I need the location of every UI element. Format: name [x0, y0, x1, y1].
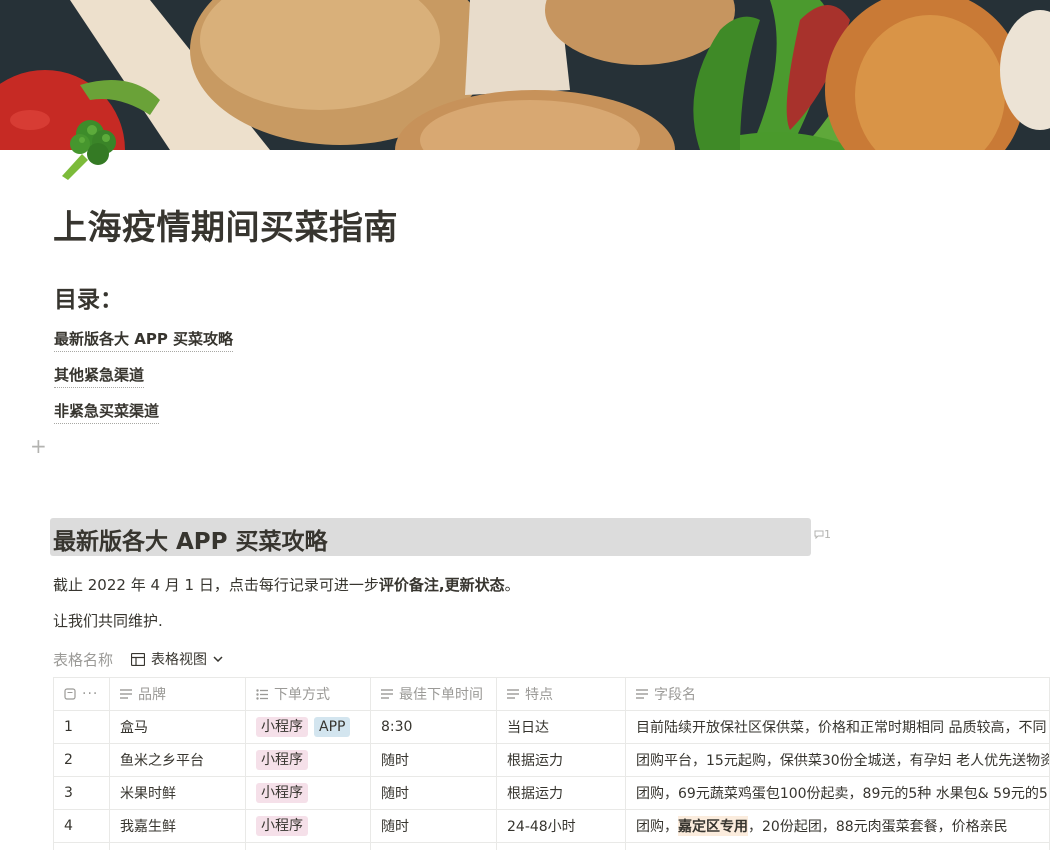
best-time-cell[interactable]: 随时 — [371, 777, 497, 809]
table-header-row: ··· 品牌 下单方式 最佳下单时间 特点 字段名 — [53, 678, 1050, 711]
chevron-down-icon — [213, 656, 223, 662]
note-cell[interactable]: 目前陆续开放保社区保供菜，价格和正常时期相同 品质较高，不同 — [626, 711, 1050, 743]
note-cell-partial — [626, 843, 1050, 850]
column-header-order-method[interactable]: 下单方式 — [246, 678, 371, 710]
row-index: 1 — [53, 711, 110, 743]
tag-mini-program: 小程序 — [256, 717, 308, 737]
row-index-partial — [53, 843, 110, 850]
text-property-icon — [120, 689, 132, 699]
tag-mini-program: 小程序 — [256, 783, 308, 803]
toc-link-non-emergency-channels[interactable]: 非紧急买菜渠道 — [54, 400, 160, 424]
brand-cell[interactable]: 米果时鲜 — [110, 777, 246, 809]
note-text: 团购， — [636, 819, 678, 835]
row-index: 4 — [53, 810, 110, 842]
text-property-icon — [507, 689, 519, 699]
add-block-plus-icon[interactable]: + — [30, 436, 47, 456]
tag-app: APP — [314, 717, 351, 737]
section-heading: 最新版各大 APP 买菜攻略 — [53, 529, 328, 555]
view-switcher-button[interactable]: 表格视图 — [131, 649, 223, 669]
view-label: 表格视图 — [151, 652, 208, 668]
comment-icon — [814, 530, 824, 540]
multi-select-property-icon — [256, 688, 268, 700]
feature-cell[interactable]: 根据运力 — [497, 777, 626, 809]
note-text-rest: ，20份起团，88元肉蛋菜套餐，价格亲民 — [748, 819, 1008, 835]
order-method-cell[interactable]: 小程序 — [246, 810, 371, 842]
note-highlight: 嘉定区专用 — [678, 816, 748, 836]
row-index: 2 — [53, 744, 110, 776]
note-text: 团购，69元蔬菜鸡蛋包100份起卖，89元的5种 水果包& 59元的5 — [636, 786, 1048, 802]
toc-link-emergency-channels[interactable]: 其他紧急渠道 — [54, 364, 145, 388]
table-row[interactable]: 4 我嘉生鲜 小程序 随时 24-48小时 团购， 嘉定区专用 ，20份起团，88元… — [53, 810, 1050, 843]
page-title[interactable]: 上海疫情期间买菜指南 — [53, 200, 398, 249]
intro-bold-update: 更新状态 — [444, 576, 505, 594]
comment-count: 1 — [824, 528, 831, 541]
row-index: 3 — [53, 777, 110, 809]
broccoli-icon[interactable] — [52, 114, 122, 184]
brand-cell-partial — [110, 843, 246, 850]
text-property-icon — [636, 689, 648, 699]
column-header-label: 最佳下单时间 — [399, 687, 483, 703]
maintain-paragraph: 让我们共同维护. — [53, 612, 163, 630]
intro-period: 。 — [504, 576, 520, 594]
header-menu-dots[interactable]: ··· — [82, 686, 98, 702]
note-text: 目前陆续开放保社区保供菜，价格和正常时期相同 品质较高，不同 — [636, 720, 1047, 736]
note-text: 团购平台，15元起购，保供菜30份全城送，有孕妇 老人优先送物资 — [636, 753, 1050, 769]
page-checkbox-icon — [64, 688, 76, 700]
intro-text-a: 截止 2022 年 4 月 1 日，点击每行记录可进一步 — [53, 576, 379, 594]
toc-link-app-guide[interactable]: 最新版各大 APP 买菜攻略 — [54, 328, 234, 352]
order-method-cell[interactable]: 小程序 — [246, 744, 371, 776]
column-header-field-name[interactable]: 字段名 — [626, 678, 1050, 710]
best-time-cell[interactable]: 随时 — [371, 810, 497, 842]
best-time-cell-partial — [371, 843, 497, 850]
feature-cell[interactable]: 根据运力 — [497, 744, 626, 776]
toc-heading: 目录： — [54, 287, 123, 313]
database-toolbar: 表格名称 表格视图 — [53, 648, 223, 670]
brand-cell[interactable]: 盒马 — [110, 711, 246, 743]
table-row[interactable]: 1 盒马 小程序 APP 8:30 当日达 目前陆续开放保社区保供菜，价格和正常… — [53, 711, 1050, 744]
section-heading-block[interactable]: 最新版各大 APP 买菜攻略 — [50, 518, 811, 556]
table-row[interactable]: 3 米果时鲜 小程序 随时 根据运力 团购，69元蔬菜鸡蛋包100份起卖，89元… — [53, 777, 1050, 810]
column-header-label: 特点 — [525, 687, 553, 703]
order-method-cell[interactable]: 小程序 APP — [246, 711, 371, 743]
table-row-partial[interactable] — [53, 843, 1050, 850]
intro-bold-review: 评价备注 — [378, 576, 439, 594]
tag-mini-program: 小程序 — [256, 750, 308, 770]
best-time-cell[interactable]: 8:30 — [371, 711, 497, 743]
brand-cell[interactable]: 我嘉生鲜 — [110, 810, 246, 842]
feature-cell[interactable]: 24-48小时 — [497, 810, 626, 842]
column-header-brand[interactable]: 品牌 — [110, 678, 246, 710]
tag-mini-program: 小程序 — [256, 816, 308, 836]
comment-badge[interactable]: 1 — [814, 528, 831, 541]
brand-cell[interactable]: 鱼米之乡平台 — [110, 744, 246, 776]
intro-paragraph: 截止 2022 年 4 月 1 日，点击每行记录可进一步评价备注,更新状态。 — [53, 574, 520, 595]
note-cell[interactable]: 团购， 嘉定区专用 ，20份起团，88元肉蛋菜套餐，价格亲民 — [626, 810, 1050, 842]
order-method-cell-partial — [246, 843, 371, 850]
table-view-icon — [131, 652, 146, 666]
feature-cell-partial — [497, 843, 626, 850]
column-header-select[interactable]: ··· — [53, 678, 110, 710]
cover-image — [0, 0, 1050, 150]
best-time-cell[interactable]: 随时 — [371, 744, 497, 776]
feature-cell[interactable]: 当日达 — [497, 711, 626, 743]
column-header-label: 下单方式 — [274, 687, 330, 703]
database-title[interactable]: 表格名称 — [53, 649, 113, 670]
note-cell[interactable]: 团购，69元蔬菜鸡蛋包100份起卖，89元的5种 水果包& 59元的5 — [626, 777, 1050, 809]
column-header-label: 字段名 — [654, 687, 696, 703]
table-of-contents: 最新版各大 APP 买菜攻略 其他紧急渠道 非紧急买菜渠道 — [54, 328, 234, 436]
column-header-best-time[interactable]: 最佳下单时间 — [371, 678, 497, 710]
column-header-feature[interactable]: 特点 — [497, 678, 626, 710]
note-cell[interactable]: 团购平台，15元起购，保供菜30份全城送，有孕妇 老人优先送物资 — [626, 744, 1050, 776]
database-table: ··· 品牌 下单方式 最佳下单时间 特点 字段名 1 盒马 小程序 APP 8… — [53, 677, 1050, 850]
column-header-label: 品牌 — [138, 687, 166, 703]
text-property-icon — [381, 689, 393, 699]
table-row[interactable]: 2 鱼米之乡平台 小程序 随时 根据运力 团购平台，15元起购，保供菜30份全城… — [53, 744, 1050, 777]
order-method-cell[interactable]: 小程序 — [246, 777, 371, 809]
